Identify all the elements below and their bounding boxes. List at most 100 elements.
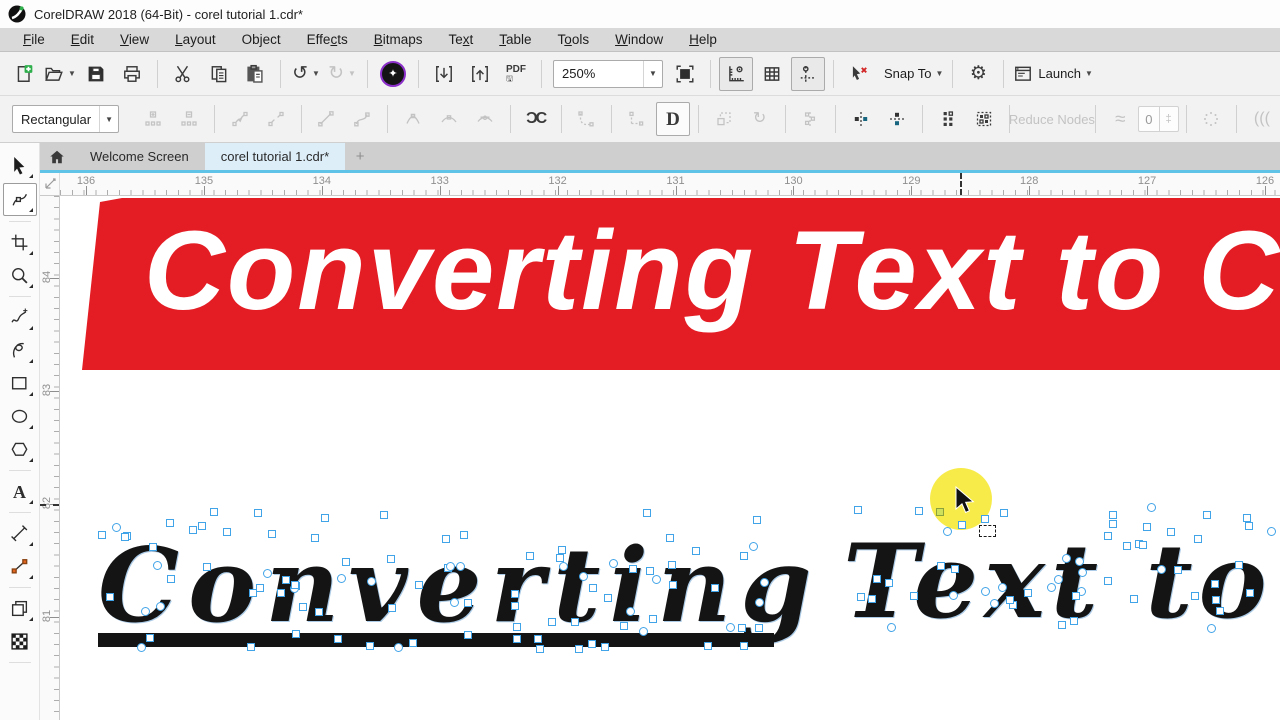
- open-button[interactable]: ▼: [43, 57, 77, 91]
- curve-node[interactable]: [1211, 579, 1220, 588]
- curve-node[interactable]: [513, 635, 522, 644]
- curve-node[interactable]: [1167, 528, 1176, 537]
- menu-file[interactable]: File: [10, 30, 58, 49]
- curve-node[interactable]: [120, 533, 129, 542]
- show-grid-toggle[interactable]: [755, 57, 789, 91]
- menu-view[interactable]: View: [107, 30, 162, 49]
- menu-bitmaps[interactable]: Bitmaps: [361, 30, 436, 49]
- text-tool[interactable]: A: [4, 476, 36, 507]
- curve-node[interactable]: [1053, 574, 1063, 584]
- curve-node[interactable]: [981, 515, 990, 524]
- curve-node[interactable]: [254, 509, 263, 518]
- curve-node[interactable]: [105, 593, 114, 602]
- curve-node[interactable]: [1242, 513, 1251, 522]
- curve-node[interactable]: [998, 582, 1008, 592]
- banner-artwork[interactable]: Converting Text to C: [82, 198, 1280, 370]
- curve-node[interactable]: [291, 580, 300, 589]
- drawing-canvas[interactable]: Converting Text to C Converting Text to: [60, 196, 1280, 720]
- curve-node[interactable]: [145, 633, 154, 642]
- curve-node[interactable]: [609, 558, 619, 568]
- curve-node[interactable]: [1023, 588, 1032, 597]
- curve-node[interactable]: [754, 597, 764, 607]
- pick-tool[interactable]: [4, 150, 36, 181]
- curve-node[interactable]: [198, 522, 207, 531]
- curve-node[interactable]: [203, 562, 212, 571]
- curve-node[interactable]: [1146, 502, 1156, 512]
- curve-node[interactable]: [1070, 616, 1079, 625]
- menu-text[interactable]: Text: [435, 30, 486, 49]
- zoom-tool[interactable]: [4, 260, 36, 291]
- curve-node[interactable]: [667, 560, 676, 569]
- curve-node[interactable]: [97, 531, 106, 540]
- curve-node[interactable]: [1245, 522, 1254, 531]
- curve-node[interactable]: [910, 592, 919, 601]
- curve-node[interactable]: [1006, 595, 1015, 604]
- curve-node[interactable]: [464, 630, 473, 639]
- fullscreen-preview-button[interactable]: [668, 57, 702, 91]
- menu-edit[interactable]: Edit: [58, 30, 107, 49]
- curve-node[interactable]: [263, 568, 273, 578]
- curve-node[interactable]: [555, 553, 564, 562]
- drop-shadow-tool[interactable]: [4, 593, 36, 624]
- curve-node[interactable]: [867, 595, 876, 604]
- curve-node[interactable]: [957, 520, 966, 529]
- menu-object[interactable]: Object: [229, 30, 294, 49]
- curve-node[interactable]: [668, 581, 677, 590]
- selection-mode-combobox[interactable]: Rectangular ▼: [12, 105, 120, 133]
- curve-node[interactable]: [1078, 567, 1088, 577]
- curve-node[interactable]: [999, 508, 1008, 517]
- curve-node[interactable]: [989, 598, 999, 608]
- curve-node[interactable]: [937, 562, 946, 571]
- curve-node[interactable]: [1191, 592, 1200, 601]
- curve-node[interactable]: [366, 576, 376, 586]
- curve-underline[interactable]: [98, 633, 774, 647]
- rectangle-tool[interactable]: [4, 368, 36, 399]
- curve-node[interactable]: [600, 642, 609, 651]
- snap-off-button[interactable]: [842, 57, 876, 91]
- menu-effects[interactable]: Effects: [294, 30, 361, 49]
- curve-node[interactable]: [511, 601, 520, 610]
- curve-node[interactable]: [268, 529, 277, 538]
- curve-node[interactable]: [223, 527, 232, 536]
- import-button[interactable]: [427, 57, 461, 91]
- tab-welcome-screen[interactable]: Welcome Screen: [74, 143, 205, 170]
- curve-node[interactable]: [455, 561, 465, 571]
- curve-node[interactable]: [1129, 595, 1138, 604]
- dimension-tool[interactable]: [4, 518, 36, 549]
- curve-node[interactable]: [247, 643, 256, 652]
- elastic-mode-button[interactable]: [931, 102, 965, 136]
- curve-node[interactable]: [153, 560, 163, 570]
- publish-pdf-button[interactable]: PDF 🖫: [499, 57, 533, 91]
- curve-node[interactable]: [629, 564, 638, 573]
- curve-node[interactable]: [1245, 588, 1254, 597]
- curve-node[interactable]: [752, 516, 761, 525]
- curve-node[interactable]: [442, 535, 451, 544]
- curve-node[interactable]: [112, 522, 122, 532]
- curve-node[interactable]: [298, 603, 307, 612]
- horizontal-ruler[interactable]: 136 135 134 133 132 131 130 129 128 127 126: [60, 173, 1280, 196]
- search-content-button[interactable]: ✦: [376, 57, 410, 91]
- curve-node[interactable]: [559, 561, 569, 571]
- curve-node[interactable]: [1194, 535, 1203, 544]
- curve-node[interactable]: [1266, 526, 1276, 536]
- reflect-nodes-horizontal-button[interactable]: [844, 102, 878, 136]
- curve-node[interactable]: [1206, 623, 1216, 633]
- curve-node[interactable]: [711, 583, 720, 592]
- curve-node[interactable]: [511, 589, 520, 598]
- curve-node[interactable]: [760, 577, 770, 587]
- curve-node[interactable]: [1211, 596, 1220, 605]
- select-all-nodes-button[interactable]: [967, 102, 1001, 136]
- curve-node[interactable]: [334, 635, 343, 643]
- curve-node[interactable]: [619, 622, 628, 631]
- curve-node[interactable]: [587, 639, 596, 648]
- curve-node[interactable]: [1109, 511, 1118, 520]
- curve-node[interactable]: [570, 618, 579, 627]
- reflect-nodes-vertical-button[interactable]: [880, 102, 914, 136]
- close-curve-button[interactable]: D: [655, 102, 690, 136]
- curve-node[interactable]: [692, 546, 701, 555]
- ellipse-tool[interactable]: [4, 401, 36, 432]
- crop-tool[interactable]: [4, 227, 36, 258]
- curve-node[interactable]: [137, 642, 147, 652]
- curve-node[interactable]: [535, 644, 544, 653]
- curve-node[interactable]: [165, 519, 174, 528]
